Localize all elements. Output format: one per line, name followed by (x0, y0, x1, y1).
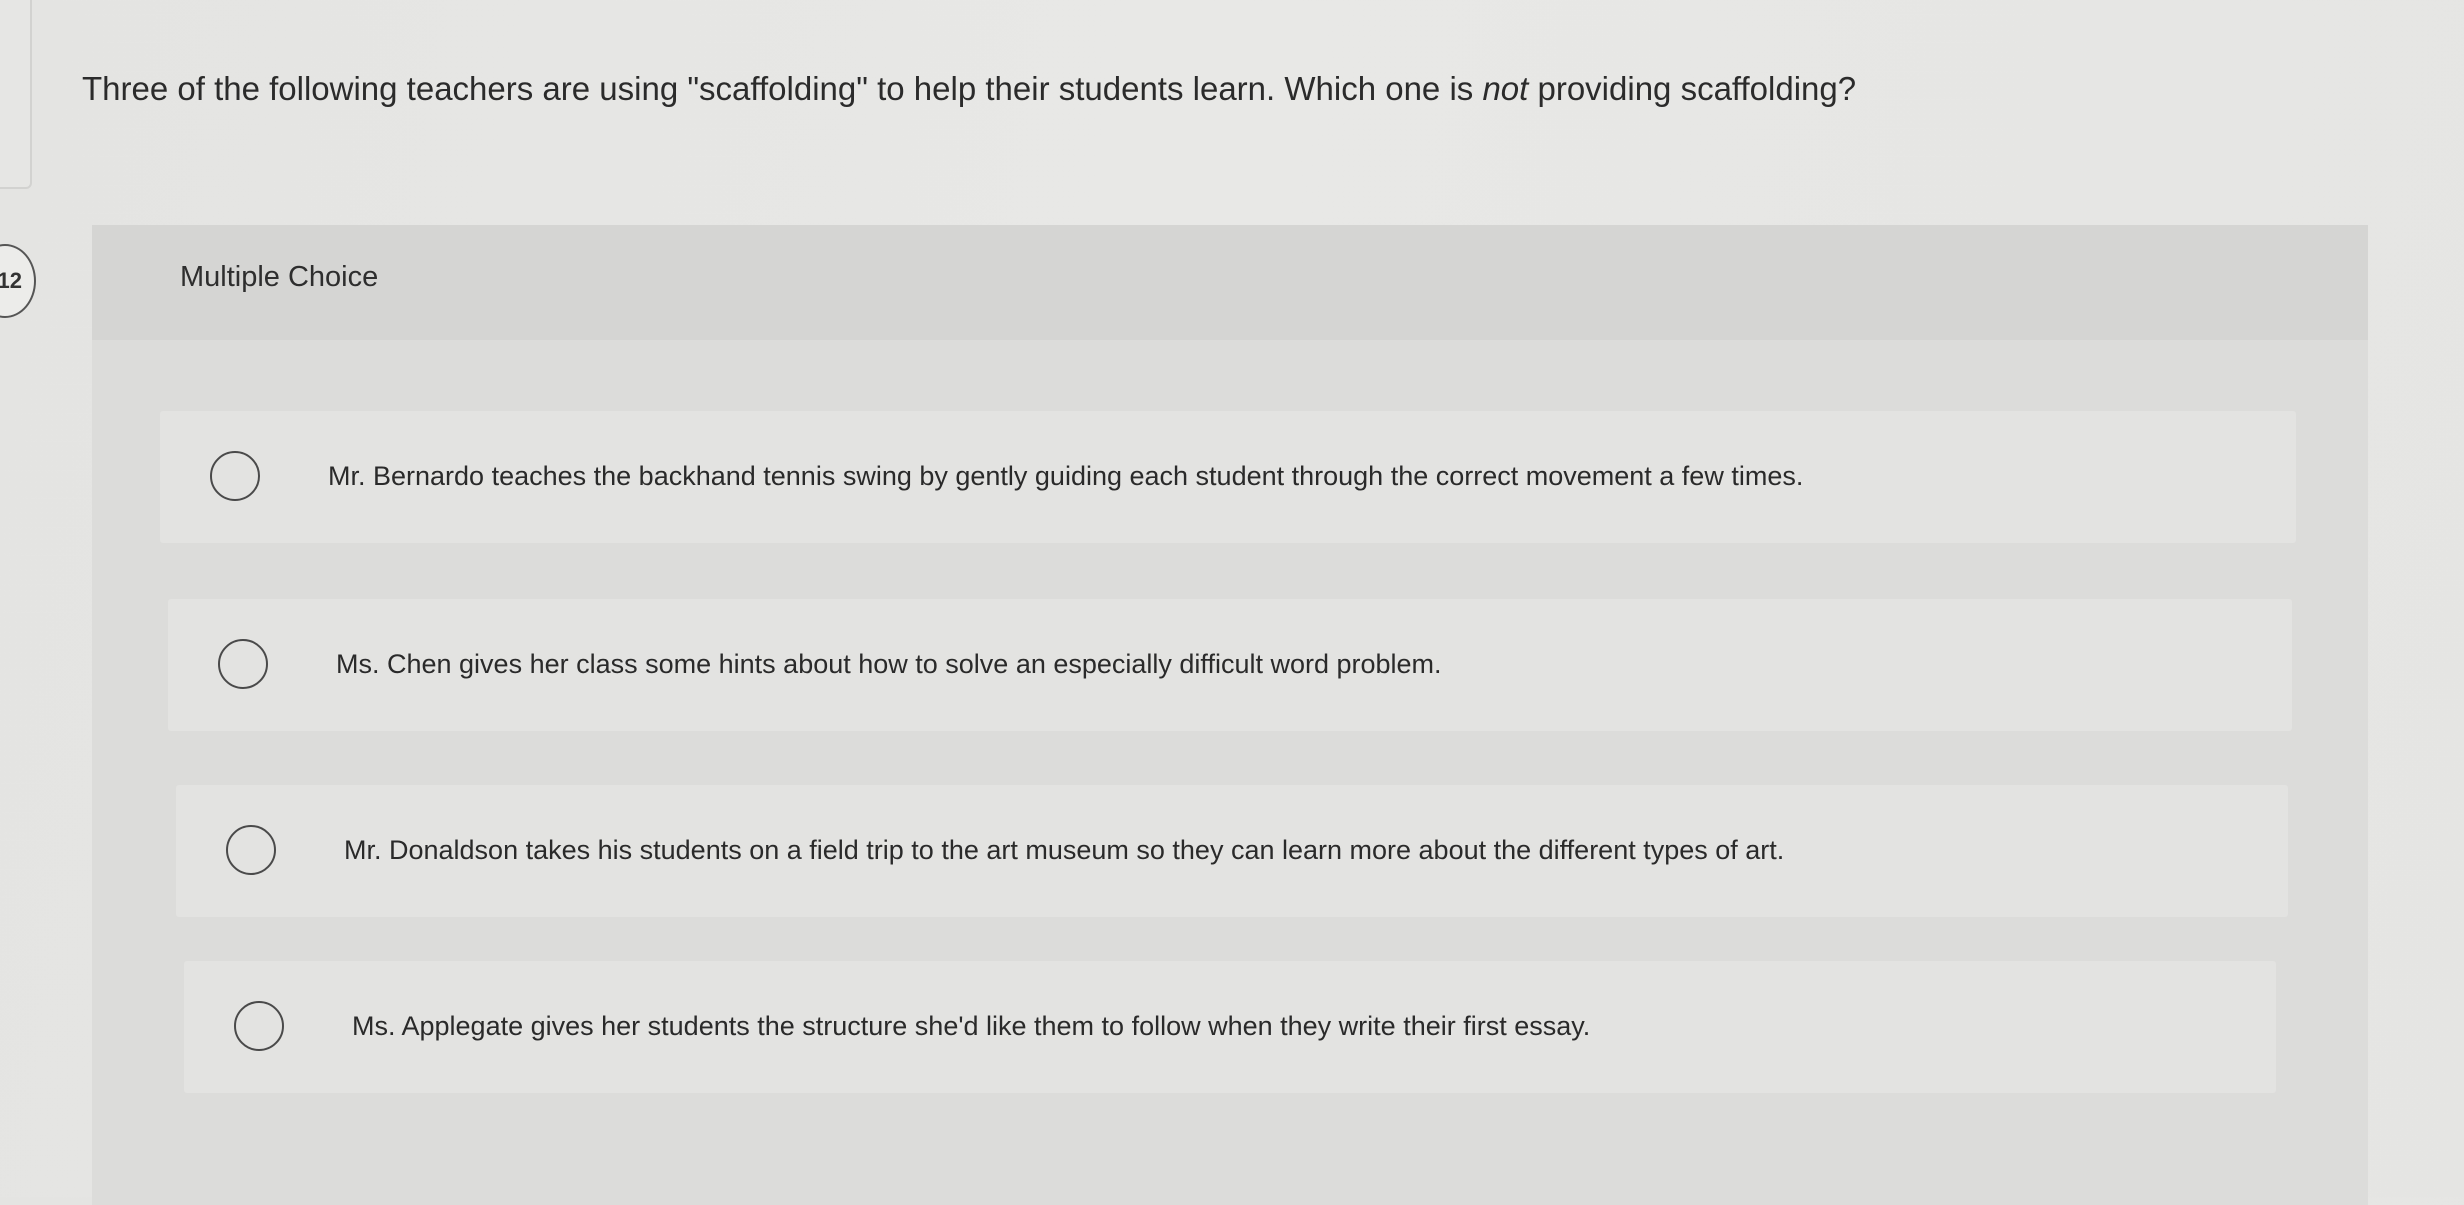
choice-text: Ms. Applegate gives her students the str… (352, 1011, 1591, 1041)
previous-question-card (0, 0, 32, 189)
radio-button[interactable] (234, 1001, 284, 1051)
choice-option-a[interactable]: Mr. Bernardo teaches the backhand tennis… (160, 411, 2296, 543)
radio-button[interactable] (210, 451, 260, 501)
prompt-text-end: providing scaffolding? (1528, 70, 1857, 107)
radio-button[interactable] (218, 639, 268, 689)
choice-text: Ms. Chen gives her class some hints abou… (336, 649, 1442, 679)
choice-text: Mr. Bernardo teaches the backhand tennis… (328, 461, 1804, 491)
multiple-choice-label: Multiple Choice (180, 261, 379, 293)
choice-option-b[interactable]: Ms. Chen gives her class some hints abou… (168, 599, 2292, 731)
choice-option-d[interactable]: Ms. Applegate gives her students the str… (184, 961, 2276, 1093)
prompt-text-start: Three of the following teachers are usin… (82, 70, 1483, 107)
prompt-emphasis: not (1482, 70, 1529, 107)
question-number: 12 (0, 268, 22, 293)
question-prompt: Three of the following teachers are usin… (82, 70, 1856, 108)
radio-button[interactable] (226, 825, 276, 875)
multiple-choice-panel: Multiple Choice Mr. Bernardo teaches the… (92, 225, 2368, 1205)
choice-text: Mr. Donaldson takes his students on a fi… (344, 835, 1785, 865)
choice-option-c[interactable]: Mr. Donaldson takes his students on a fi… (176, 785, 2288, 917)
question-number-badge: 12 (0, 244, 36, 318)
multiple-choice-header: Multiple Choice (92, 225, 2368, 340)
